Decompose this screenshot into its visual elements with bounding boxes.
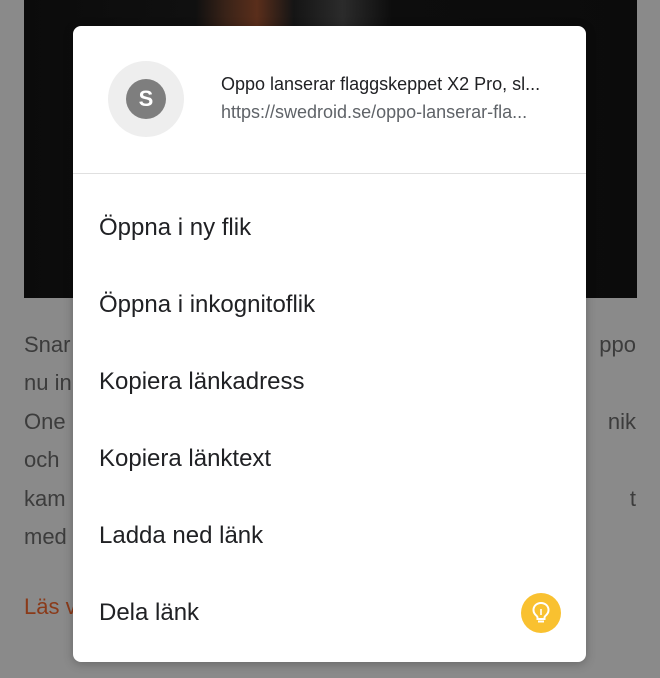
menu-item-copy-link-text[interactable]: Kopiera länktext: [73, 420, 586, 497]
menu-item-open-new-tab[interactable]: Öppna i ny flik: [73, 189, 586, 266]
link-header: S Oppo lanserar flaggskeppet X2 Pro, sl.…: [73, 26, 586, 173]
article-line-left: One: [24, 409, 66, 434]
context-menu-list: Öppna i ny flik Öppna i inkognitoflik Ko…: [73, 189, 586, 651]
lightbulb-icon[interactable]: [521, 592, 561, 633]
menu-item-label: Ladda ned länk: [99, 521, 264, 549]
article-line-left: Snar: [24, 332, 71, 357]
article-line-right: nik: [607, 409, 636, 434]
menu-item-label: Kopiera länkadress: [99, 367, 305, 395]
article-line-right: t: [629, 486, 636, 511]
favicon-letter: S: [126, 79, 166, 119]
link-title: Oppo lanserar flaggskeppet X2 Pro, sl...: [221, 74, 541, 94]
menu-item-label: Öppna i ny flik: [99, 213, 252, 241]
article-line-left: och: [24, 447, 60, 472]
article-line-right: ppo: [599, 332, 636, 357]
article-line-left: kam: [24, 486, 66, 511]
menu-item-download-link[interactable]: Ladda ned länk: [73, 497, 586, 574]
site-favicon: S: [108, 61, 184, 137]
read-more-link: Läs v: [24, 594, 77, 619]
divider: [73, 173, 586, 174]
article-line-left: med: [24, 524, 67, 549]
link-context-menu: S Oppo lanserar flaggskeppet X2 Pro, sl.…: [73, 26, 586, 662]
menu-item-label: Dela länk: [99, 598, 200, 626]
menu-item-share-link[interactable]: Dela länk: [73, 574, 586, 651]
menu-item-copy-link-address[interactable]: Kopiera länkadress: [73, 343, 586, 420]
article-line-left: nu in: [24, 370, 72, 395]
menu-item-label: Öppna i inkognitoflik: [99, 290, 316, 318]
link-url: https://swedroid.se/oppo-lanserar-fla...: [221, 102, 528, 122]
menu-item-open-incognito[interactable]: Öppna i inkognitoflik: [73, 266, 586, 343]
menu-item-label: Kopiera länktext: [99, 444, 272, 472]
